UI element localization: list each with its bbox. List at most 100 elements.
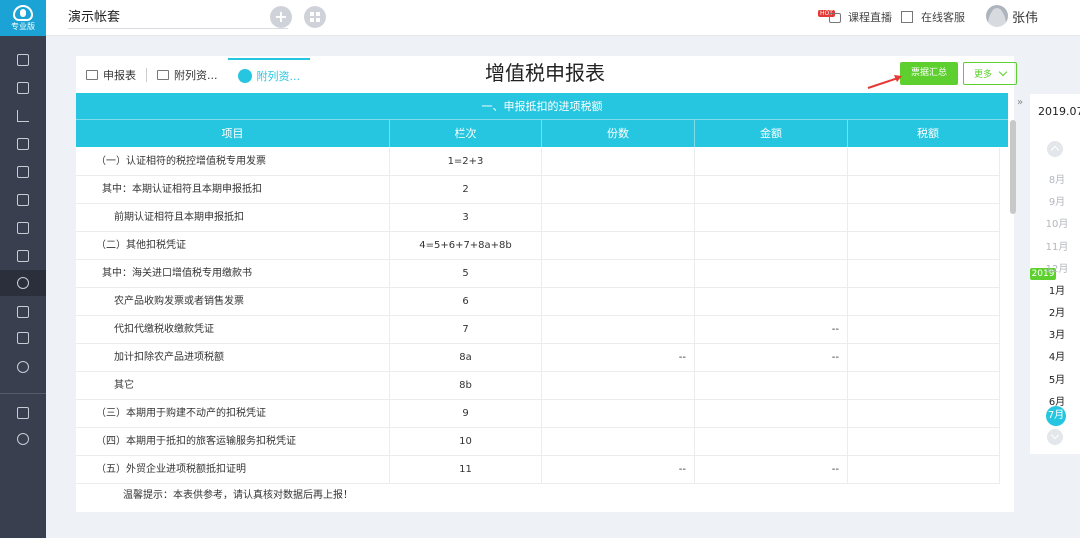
cell-count[interactable]	[542, 260, 695, 287]
sidebar-item-settings[interactable]	[0, 354, 46, 380]
cell-amount[interactable]: --	[695, 316, 848, 343]
account-name: 演示帐套	[68, 10, 121, 25]
cell-count[interactable]	[542, 148, 695, 175]
cell-amount[interactable]	[695, 400, 848, 427]
sidebar-item-dashboard[interactable]	[0, 426, 46, 452]
tab-declaration-form[interactable]: 申报表	[76, 58, 146, 92]
calendar-month[interactable]: 1月	[1038, 282, 1076, 297]
live-course-link[interactable]: HOT 课程直播	[818, 9, 892, 25]
sidebar-item-archive[interactable]	[0, 215, 46, 241]
cell-item: 代扣代缴税收缴款凭证	[76, 316, 390, 343]
cell-tax[interactable]	[848, 148, 1000, 175]
cell-tax[interactable]	[848, 176, 1000, 203]
calendar-month[interactable]: 10月	[1038, 215, 1076, 230]
table-row: 农产品收购发票或者销售发票 6	[76, 288, 1000, 316]
cell-item: （三）本期用于购建不动产的扣税凭证	[76, 400, 390, 427]
cell-tax[interactable]	[848, 316, 1000, 343]
chat-icon	[901, 11, 913, 23]
calendar-month[interactable]: 8月	[1038, 171, 1076, 186]
tab-attachment-2[interactable]: 附列资...	[227, 58, 310, 92]
column-header-item: 项目	[76, 120, 390, 147]
user-name: 张伟	[1012, 10, 1039, 26]
cell-count[interactable]: --	[542, 456, 695, 483]
cell-tax[interactable]	[848, 260, 1000, 287]
cell-amount[interactable]	[695, 204, 848, 231]
cell-line: 7	[390, 316, 542, 343]
cell-count[interactable]	[542, 400, 695, 427]
cell-tax[interactable]	[848, 204, 1000, 231]
cell-count[interactable]	[542, 428, 695, 455]
sidebar-item-ledger[interactable]	[0, 131, 46, 157]
app-logo[interactable]: 专业版	[0, 0, 46, 36]
cell-amount[interactable]	[695, 148, 848, 175]
sidebar-item-check[interactable]	[0, 299, 46, 325]
sidebar-item-documents[interactable]	[0, 187, 46, 213]
cell-count[interactable]: --	[542, 344, 695, 371]
cell-tax[interactable]	[848, 400, 1000, 427]
tab-label: 附列资...	[256, 70, 301, 83]
cell-amount[interactable]	[695, 176, 848, 203]
cell-amount[interactable]	[695, 260, 848, 287]
cell-item: 加计扣除农产品进项税额	[76, 344, 390, 371]
cell-tax[interactable]	[848, 428, 1000, 455]
account-selector[interactable]: 演示帐套	[68, 7, 288, 29]
sidebar-item-tax[interactable]	[0, 270, 46, 296]
add-account-button[interactable]: +	[270, 6, 292, 28]
table-row: （四）本期用于抵扣的旅客运输服务扣税凭证 10	[76, 428, 1000, 456]
tax-hand-icon	[17, 277, 29, 289]
cell-count[interactable]	[542, 232, 695, 259]
sidebar-item-invoices[interactable]	[0, 75, 46, 101]
cell-amount[interactable]	[695, 232, 848, 259]
calendar-month[interactable]: 9月	[1038, 193, 1076, 208]
invoice-summary-button[interactable]: 票据汇总	[900, 62, 958, 85]
cell-amount[interactable]	[695, 372, 848, 399]
book-icon	[17, 54, 29, 66]
cell-count[interactable]	[542, 288, 695, 315]
period-calendar: 2019.07 2019 8月 9月 10月 11月 12月 1月 2月 3月 4月 5月 6月 7月	[1030, 94, 1080, 454]
calendar-month[interactable]: 12月	[1038, 260, 1076, 275]
tab-label: 申报表	[103, 69, 136, 82]
cell-count[interactable]	[542, 176, 695, 203]
cell-tax[interactable]	[848, 288, 1000, 315]
table-scrollbar[interactable]	[1010, 120, 1016, 214]
calendar-month[interactable]: 4月	[1038, 348, 1076, 363]
scroll-down-icon[interactable]	[1047, 429, 1063, 445]
table-row: 代扣代缴税收缴款凭证 7 --	[76, 316, 1000, 344]
calendar-month[interactable]: 3月	[1038, 326, 1076, 341]
cell-tax[interactable]	[848, 456, 1000, 483]
cell-item: （一）认证相符的税控增值税专用发票	[76, 148, 390, 175]
cell-amount[interactable]	[695, 288, 848, 315]
more-button[interactable]: 更多	[963, 62, 1017, 85]
cell-line: 10	[390, 428, 542, 455]
cell-amount[interactable]	[695, 428, 848, 455]
calendar-month[interactable]: 11月	[1038, 238, 1076, 253]
cell-count[interactable]	[542, 372, 695, 399]
calendar-month-selected[interactable]: 7月	[1046, 406, 1066, 426]
cell-item: 其中：本期认证相符且本期申报抵扣	[76, 176, 390, 203]
cell-amount[interactable]: --	[695, 344, 848, 371]
scroll-up-icon[interactable]	[1047, 141, 1063, 157]
sidebar-item-calendar[interactable]	[0, 159, 46, 185]
cell-amount[interactable]: --	[695, 456, 848, 483]
sidebar-item-vouchers[interactable]	[0, 47, 46, 73]
document-icon	[17, 194, 29, 206]
calendar-month[interactable]: 5月	[1038, 371, 1076, 386]
tab-attachment-1[interactable]: 附列资...	[147, 58, 228, 92]
cell-tax[interactable]	[848, 232, 1000, 259]
cell-tax[interactable]	[848, 344, 1000, 371]
collapse-calendar-icon[interactable]: »	[1017, 97, 1023, 108]
user-menu[interactable]: 张伟	[986, 5, 1038, 27]
cell-tax[interactable]	[848, 372, 1000, 399]
shield-icon	[17, 332, 29, 344]
sidebar-item-statements[interactable]	[0, 243, 46, 269]
account-grid-button[interactable]	[304, 6, 326, 28]
cell-count[interactable]	[542, 204, 695, 231]
sidebar-item-security[interactable]	[0, 325, 46, 351]
sidebar-item-video[interactable]	[0, 400, 46, 426]
sidebar-item-reports[interactable]	[0, 103, 46, 129]
calendar-month[interactable]: 2月	[1038, 304, 1076, 319]
cell-count[interactable]	[542, 316, 695, 343]
live-tv-icon: HOT	[818, 10, 844, 24]
online-service-link[interactable]: 在线客服	[901, 9, 965, 25]
cell-item: 农产品收购发票或者销售发票	[76, 288, 390, 315]
